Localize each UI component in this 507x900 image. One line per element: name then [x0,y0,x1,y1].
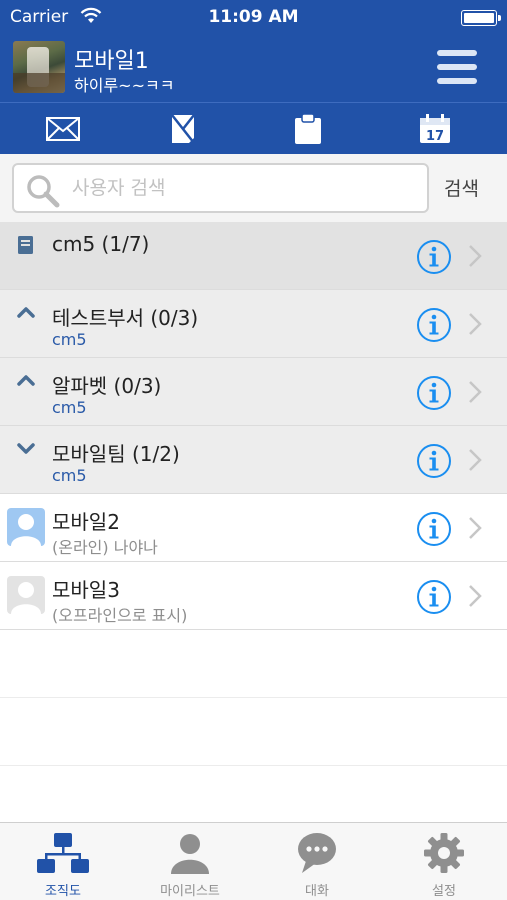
gear-icon [424,833,464,873]
department-title: 테스트부서 (0/3) [52,306,199,330]
org-root-title: cm5 (1/7) [52,232,150,256]
book-icon [18,236,33,254]
chevron-down-icon [17,443,35,454]
department-title: 모바일팀 (1/2) [52,442,180,466]
person-icon [11,514,41,546]
department-parent: cm5 [52,398,87,417]
battery-icon [461,10,501,26]
empty-row [0,698,507,766]
chevron-right-icon [469,245,482,267]
person-icon [171,834,209,874]
app-header: 모바일1 하이루~~ㅋㅋ [0,34,507,102]
chevron-right-icon [469,381,482,403]
mail-icon [46,117,80,141]
chevron-right-icon [469,313,482,335]
avatar [7,508,45,546]
clock-time: 11:09 AM [208,7,299,27]
department-row[interactable]: 모바일팀 (1/2) cm5 [0,426,507,494]
tab-label: 마이리스트 [160,884,220,899]
info-icon[interactable] [416,511,452,547]
info-icon[interactable] [416,443,452,479]
info-icon[interactable] [416,579,452,615]
tab-label: 조직도 [45,884,81,899]
tab-bar: 조직도 마이리스트 대화 설정 [0,822,507,900]
department-parent: cm5 [52,330,87,349]
chevron-right-icon [469,585,482,607]
profile-name: 모바일1 [74,49,149,74]
chat-bubble-icon [298,833,336,873]
tab-label: 대화 [305,884,329,899]
org-root-row[interactable]: cm5 (1/7) [0,222,507,290]
quick-toolbar: 17 [0,102,507,154]
note-button[interactable] [120,103,246,155]
chevron-up-icon [17,307,35,318]
user-row[interactable]: 모바일3 (오프라인으로 표시) [0,562,507,630]
calendar-icon: 17 [420,114,450,144]
info-icon[interactable] [416,239,452,275]
tab-settings[interactable]: 설정 [381,823,507,900]
empty-row [0,630,507,698]
tab-label: 설정 [432,884,456,899]
department-row[interactable]: 알파벳 (0/3) cm5 [0,358,507,426]
profile-avatar[interactable] [13,41,65,93]
search-field[interactable] [12,163,429,213]
department-row[interactable]: 테스트부서 (0/3) cm5 [0,290,507,358]
person-icon [11,582,41,614]
search-button[interactable]: 검색 [444,174,479,201]
status-bar: Carrier 11:09 AM [0,0,507,34]
chevron-right-icon [469,517,482,539]
user-name: 모바일3 [52,578,120,602]
search-input[interactable] [72,171,412,205]
clipboard-icon [295,113,321,144]
avatar [7,576,45,614]
clipboard-button[interactable] [245,103,371,155]
tab-my-list[interactable]: 마이리스트 [127,823,253,900]
hamburger-menu-icon[interactable] [437,50,477,86]
user-name: 모바일2 [52,510,120,534]
search-bar: 검색 [0,154,507,222]
mail-button[interactable] [0,103,126,155]
chevron-up-icon [17,375,35,386]
department-title: 알파벳 (0/3) [52,374,162,398]
tab-chat[interactable]: 대화 [254,823,380,900]
svg-text:17: 17 [426,129,444,144]
info-icon[interactable] [416,375,452,411]
info-icon[interactable] [416,307,452,343]
note-icon [171,114,195,144]
user-status: (온라인) 나야나 [52,538,158,557]
search-icon [27,175,60,208]
org-chart-icon [37,833,89,873]
user-row[interactable]: 모바일2 (온라인) 나야나 [0,494,507,562]
user-status: (오프라인으로 표시) [52,606,188,625]
calendar-button[interactable]: 17 [372,103,498,155]
chevron-right-icon [469,449,482,471]
tab-org-chart[interactable]: 조직도 [0,823,126,900]
department-parent: cm5 [52,466,87,485]
profile-status-message: 하이루~~ㅋㅋ [74,76,175,95]
